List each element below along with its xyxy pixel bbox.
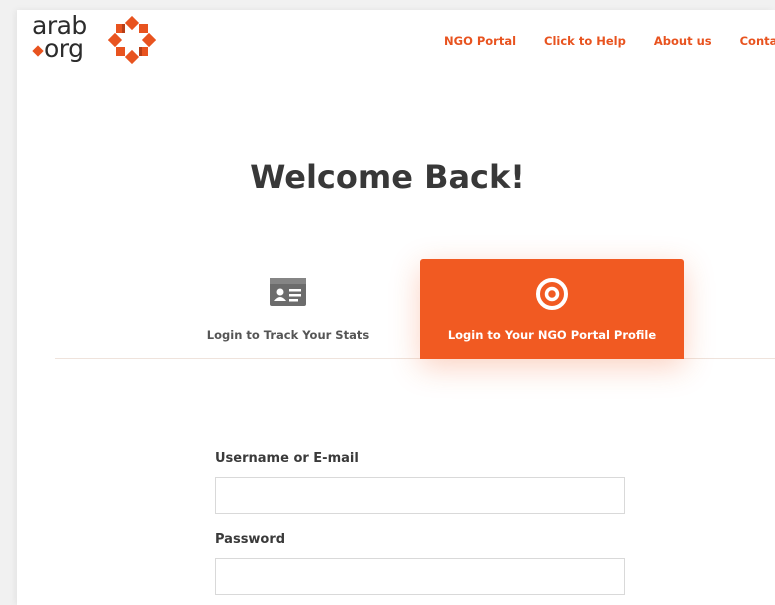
tab-ngo-portal-profile-label: Login to Your NGO Portal Profile [447,328,657,342]
nav-contact-us[interactable]: Contact us [740,34,775,48]
password-label: Password [215,532,286,547]
username-input[interactable] [215,477,625,514]
tab-track-stats-label: Login to Track Your Stats [206,328,370,342]
nav-ngo-portal[interactable]: NGO Portal [444,34,516,48]
password-input[interactable] [215,558,625,595]
tab-ngo-portal-profile[interactable]: Login to Your NGO Portal Profile [420,259,684,359]
username-label: Username or E-mail [215,451,359,466]
page-title: Welcome Back! [250,158,525,196]
id-card-icon [270,278,306,306]
tab-track-stats[interactable]: Login to Track Your Stats [200,259,376,359]
arab-org-logo[interactable]: arab org [32,13,157,70]
nav-about-us[interactable]: About us [654,34,712,48]
nav-click-to-help[interactable]: Click to Help [544,34,626,48]
logo-star-icon [108,16,156,64]
main-nav: NGO Portal Click to Help About us Contac… [444,34,775,48]
target-icon [536,278,568,310]
